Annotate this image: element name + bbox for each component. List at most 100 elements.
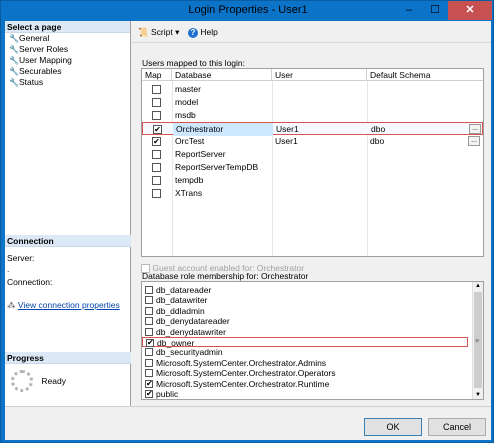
page-general[interactable]: 🔧General <box>5 33 130 44</box>
schema-cell[interactable] <box>367 109 467 122</box>
role-checkbox[interactable]: ✔ <box>145 379 153 388</box>
cancel-button[interactable]: Cancel <box>428 418 486 436</box>
role-name: public <box>156 389 179 399</box>
col-user[interactable]: User <box>272 69 367 81</box>
progress-spinner-icon <box>11 370 33 392</box>
role-item[interactable]: db_denydatareader <box>142 316 472 326</box>
map-checkbox[interactable] <box>152 98 161 107</box>
table-row[interactable]: tempdb <box>142 174 483 187</box>
role-item[interactable]: db_securityadmin <box>142 347 472 357</box>
role-item[interactable]: Microsoft.SystemCenter.Orchestrator.Admi… <box>142 358 472 368</box>
role-checkbox[interactable]: ✔ <box>146 339 154 347</box>
page-user-mapping[interactable]: 🔧User Mapping <box>5 55 130 66</box>
role-item[interactable]: db_datareader <box>142 285 472 295</box>
database-cell: ReportServerTempDB <box>175 162 259 172</box>
progress-status: Ready <box>41 376 66 386</box>
role-checkbox[interactable] <box>145 317 153 326</box>
role-name: Microsoft.SystemCenter.Orchestrator.Oper… <box>156 368 336 379</box>
toolbar: 📜 Script ▾ ? Help <box>132 21 491 43</box>
schema-cell[interactable] <box>367 148 467 161</box>
map-checkbox[interactable] <box>152 176 161 185</box>
user-cell[interactable]: User1 <box>272 135 367 148</box>
col-database[interactable]: Database <box>172 69 272 81</box>
map-checkbox[interactable]: ✔ <box>152 137 161 146</box>
map-checkbox[interactable]: ✔ <box>153 125 162 134</box>
schema-cell[interactable] <box>367 96 467 109</box>
role-item[interactable]: ✔ db_owner <box>142 337 468 348</box>
schema-cell[interactable] <box>367 83 467 96</box>
dialog-client: Select a page 🔧General 🔧Server Roles 🔧Us… <box>5 21 491 440</box>
col-map[interactable]: Map <box>142 69 172 81</box>
user-cell[interactable] <box>272 83 367 96</box>
scroll-down-icon[interactable]: ▼ <box>475 392 481 398</box>
page-server-roles[interactable]: 🔧Server Roles <box>5 44 130 55</box>
help-button[interactable]: ? Help <box>188 26 218 38</box>
table-row[interactable]: model <box>142 96 483 109</box>
schema-browse-button[interactable]: ... <box>468 136 480 146</box>
role-checkbox[interactable] <box>145 286 153 294</box>
close-button[interactable]: ✕ <box>448 1 492 20</box>
role-checkbox[interactable] <box>145 369 153 378</box>
table-row[interactable]: ✔ OrcTest User1 dbo... <box>142 135 483 148</box>
map-checkbox[interactable] <box>152 111 161 120</box>
schema-cell[interactable]: dbo <box>367 135 467 148</box>
user-cell[interactable] <box>272 174 367 187</box>
map-checkbox[interactable] <box>152 150 161 159</box>
role-item[interactable]: db_datawriter <box>142 295 472 305</box>
role-checkbox[interactable] <box>145 296 153 305</box>
maximize-button[interactable]: ☐ <box>422 1 448 20</box>
user-cell[interactable] <box>272 187 367 200</box>
page-label: Server Roles <box>19 44 69 54</box>
schema-cell[interactable] <box>367 161 467 174</box>
bottom-bar: OK Cancel <box>5 406 491 440</box>
role-checkbox[interactable] <box>145 306 153 315</box>
chevron-down-icon: ▾ <box>175 27 180 37</box>
user-cell[interactable] <box>272 148 367 161</box>
col-default-schema[interactable]: Default Schema <box>367 69 483 81</box>
page-securables[interactable]: 🔧Securables <box>5 66 130 77</box>
table-row[interactable]: ✔ Orchestrator User1 dbo... <box>142 122 483 136</box>
help-icon: ? <box>188 28 198 38</box>
roles-label: Database role membership for: Orchestrat… <box>142 271 309 281</box>
script-button[interactable]: 📜 Script ▾ <box>138 26 179 38</box>
role-item[interactable]: ✔ public <box>142 389 472 399</box>
map-checkbox[interactable] <box>152 189 161 198</box>
table-row[interactable]: master <box>142 83 483 96</box>
database-cell: tempdb <box>175 175 204 185</box>
user-cell[interactable] <box>272 161 367 174</box>
wrench-icon: 🔧 <box>9 45 19 54</box>
role-checkbox[interactable] <box>145 358 153 367</box>
schema-cell[interactable] <box>367 187 467 200</box>
left-pane: Select a page 🔧General 🔧Server Roles 🔧Us… <box>5 21 131 406</box>
schema-browse-button[interactable]: ... <box>469 124 481 134</box>
script-label: Script <box>150 27 173 37</box>
table-row[interactable]: msdb <box>142 109 483 122</box>
page-status[interactable]: 🔧Status <box>5 77 130 88</box>
role-checkbox[interactable] <box>145 327 153 336</box>
table-row[interactable]: ReportServer <box>142 148 483 161</box>
role-checkbox[interactable] <box>145 348 153 357</box>
page-label: General <box>19 33 50 43</box>
map-checkbox[interactable] <box>152 85 161 94</box>
user-cell[interactable] <box>272 109 367 122</box>
ok-button[interactable]: OK <box>364 418 422 436</box>
map-checkbox[interactable] <box>152 163 161 172</box>
role-item[interactable]: db_denydatawriter <box>142 327 472 337</box>
grid-header: Map Database User Default Schema <box>142 69 483 81</box>
roles-scrollbar[interactable]: ▲ ≡ ▼ <box>472 282 483 399</box>
scroll-up-icon[interactable]: ▲ <box>475 283 481 289</box>
wrench-icon: 🔧 <box>9 67 19 76</box>
view-connection-properties-link[interactable]: View connection properties <box>18 300 120 310</box>
minimize-button[interactable]: – <box>396 1 422 20</box>
role-checkbox[interactable]: ✔ <box>145 390 153 398</box>
role-membership-list: db_datareader db_datawriter db_ddladmin db_… <box>141 281 484 400</box>
script-icon: 📜 <box>138 27 149 37</box>
table-row[interactable]: XTrans <box>142 187 483 200</box>
table-row[interactable]: ReportServerTempDB <box>142 161 483 174</box>
role-item[interactable]: Microsoft.SystemCenter.Orchestrator.Oper… <box>142 368 472 378</box>
title-bar[interactable]: Login Properties - User1 – ☐ ✕ <box>1 1 494 21</box>
role-item[interactable]: db_ddladmin <box>142 306 472 316</box>
user-cell[interactable] <box>272 96 367 109</box>
schema-cell[interactable] <box>367 174 467 187</box>
role-item[interactable]: ✔ Microsoft.SystemCenter.Orchestrator.Run… <box>142 379 472 389</box>
